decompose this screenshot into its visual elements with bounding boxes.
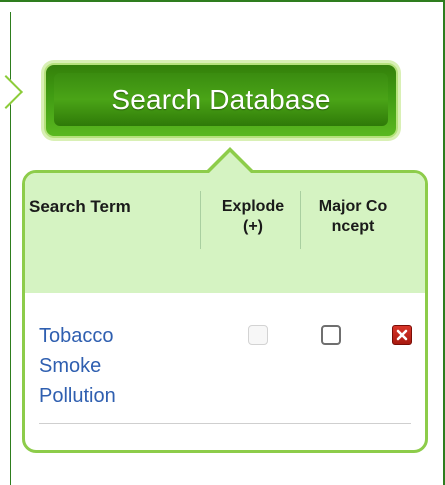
column-header-major-line1: Major Co [318, 198, 388, 215]
search-database-button-label: Search Database [111, 83, 331, 115]
panel-pointer-fill [208, 152, 252, 174]
search-term-line: Smoke [39, 355, 102, 377]
search-term-link[interactable]: Tobacco Smoke Pollution [39, 321, 116, 411]
column-header-explode: Explode (+) [203, 197, 303, 237]
column-header-search-term: Search Term [29, 197, 131, 216]
column-header-explode-line1: Explode [221, 198, 285, 215]
table-header: Search Term Explode (+) Major Co ncept [25, 173, 425, 293]
column-header-major-line2: ncept [331, 218, 375, 235]
search-terms-panel: Search Term Explode (+) Major Co ncept T… [22, 170, 428, 453]
close-x-icon [396, 329, 408, 341]
column-header-major-concept: Major Co ncept [303, 197, 403, 237]
column-divider [200, 191, 201, 249]
major-concept-checkbox[interactable] [321, 325, 341, 345]
column-header-explode-line2: (+) [243, 218, 263, 235]
search-database-button[interactable]: Search Database [44, 63, 398, 138]
search-term-line: Tobacco [39, 325, 114, 347]
search-term-line: Pollution [39, 385, 116, 407]
search-database-button-face[interactable]: Search Database [54, 73, 388, 126]
column-divider [300, 191, 301, 249]
row-divider [39, 423, 411, 424]
explode-checkbox[interactable] [248, 325, 268, 345]
remove-term-button[interactable] [392, 325, 412, 345]
